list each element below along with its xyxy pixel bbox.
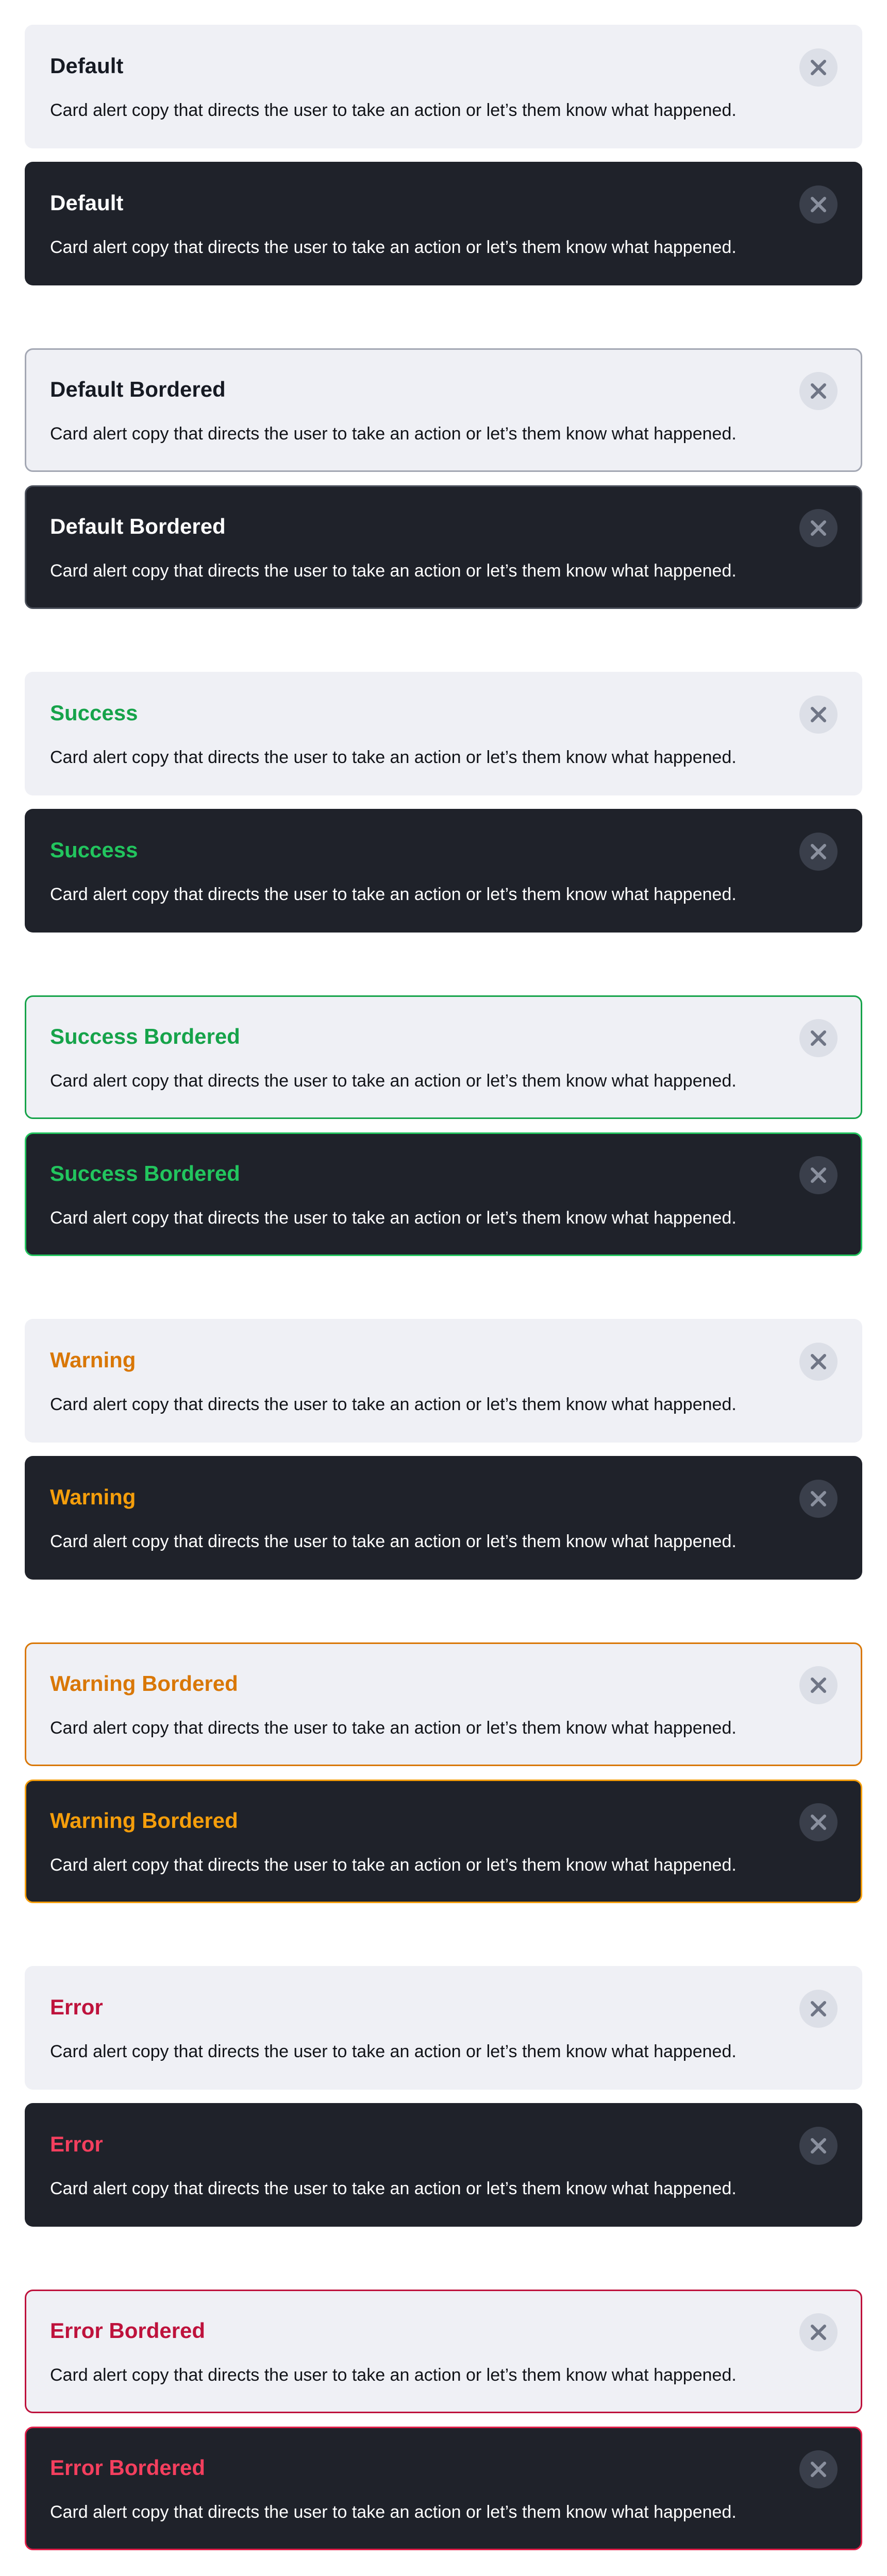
close-button[interactable] <box>799 509 838 547</box>
alert-message: Card alert copy that directs the user to… <box>50 2042 737 2061</box>
alert-message: Card alert copy that directs the user to… <box>50 885 737 904</box>
close-icon <box>811 2001 826 2016</box>
close-icon <box>811 1030 826 1046</box>
close-icon <box>811 844 826 859</box>
alert-message: Card alert copy that directs the user to… <box>50 238 737 257</box>
close-button[interactable] <box>799 1666 838 1704</box>
alert-message: Card alert copy that directs the user to… <box>50 561 737 581</box>
alert-title: Error <box>50 1995 103 2019</box>
close-icon <box>811 1491 826 1506</box>
alert-title: Default <box>50 191 124 215</box>
alert-message: Card alert copy that directs the user to… <box>50 2179 737 2198</box>
close-icon <box>811 383 826 399</box>
alert-error-light: Error Card alert copy that directs the u… <box>25 1966 862 2090</box>
alert-message: Card alert copy that directs the user to… <box>50 2502 737 2522</box>
close-icon <box>811 1354 826 1369</box>
close-icon <box>811 707 826 722</box>
alert-title: Success <box>50 838 138 862</box>
alert-warning-dark: Warning Card alert copy that directs the… <box>25 1456 862 1580</box>
alert-message: Card alert copy that directs the user to… <box>50 1855 737 1875</box>
alert-success-light: Success Card alert copy that directs the… <box>25 672 862 795</box>
alert-success-bordered-dark: Success Bordered Card alert copy that di… <box>25 1132 862 1256</box>
alert-default-light: Default Card alert copy that directs the… <box>25 25 862 148</box>
alert-default-bordered-light: Default Bordered Card alert copy that di… <box>25 348 862 472</box>
alert-title: Error Bordered <box>50 2455 206 2480</box>
alert-error-bordered-dark: Error Bordered Card alert copy that dire… <box>25 2427 862 2550</box>
alert-title: Error <box>50 2132 103 2156</box>
alert-success-bordered-light: Success Bordered Card alert copy that di… <box>25 995 862 1119</box>
alert-warning-bordered-dark: Warning Bordered Card alert copy that di… <box>25 1780 862 1903</box>
alert-title: Warning Bordered <box>50 1671 238 1696</box>
close-icon <box>811 1815 826 1830</box>
close-icon <box>811 2325 826 2340</box>
alert-title: Default <box>50 54 124 78</box>
alert-default-dark: Default Card alert copy that directs the… <box>25 162 862 285</box>
alert-title: Warning <box>50 1348 136 1372</box>
alert-message: Card alert copy that directs the user to… <box>50 1071 737 1091</box>
alert-message: Card alert copy that directs the user to… <box>50 748 737 767</box>
close-button[interactable] <box>799 1803 838 1841</box>
close-button[interactable] <box>799 696 838 734</box>
alert-title: Default Bordered <box>50 377 226 401</box>
alert-title: Success <box>50 701 138 725</box>
close-icon <box>811 2138 826 2154</box>
alert-warning-bordered-light: Warning Bordered Card alert copy that di… <box>25 1642 862 1766</box>
alert-error-dark: Error Card alert copy that directs the u… <box>25 2103 862 2227</box>
close-button[interactable] <box>799 2450 838 2488</box>
close-button[interactable] <box>799 1343 838 1381</box>
close-button[interactable] <box>799 1156 838 1194</box>
close-button[interactable] <box>799 185 838 224</box>
alert-title: Warning <box>50 1485 136 1509</box>
alert-message: Card alert copy that directs the user to… <box>50 2365 737 2385</box>
alert-message: Card alert copy that directs the user to… <box>50 1395 737 1414</box>
close-icon <box>811 197 826 212</box>
close-button[interactable] <box>799 2127 838 2165</box>
close-icon <box>811 60 826 75</box>
close-icon <box>811 1167 826 1183</box>
alert-message: Card alert copy that directs the user to… <box>50 1532 737 1551</box>
close-button[interactable] <box>799 1019 838 1057</box>
alert-title: Success Bordered <box>50 1161 240 1185</box>
close-button[interactable] <box>799 48 838 87</box>
alert-error-bordered-light: Error Bordered Card alert copy that dire… <box>25 2290 862 2413</box>
close-icon <box>811 520 826 536</box>
close-button[interactable] <box>799 833 838 871</box>
close-icon <box>811 1677 826 1693</box>
alert-default-bordered-dark: Default Bordered Card alert copy that di… <box>25 485 862 609</box>
close-button[interactable] <box>799 372 838 410</box>
alert-message: Card alert copy that directs the user to… <box>50 100 737 120</box>
close-button[interactable] <box>799 1480 838 1518</box>
alert-title: Error Bordered <box>50 2318 206 2343</box>
alert-title: Warning Bordered <box>50 1808 238 1833</box>
alert-warning-light: Warning Card alert copy that directs the… <box>25 1319 862 1443</box>
close-button[interactable] <box>799 1990 838 2028</box>
close-icon <box>811 2462 826 2477</box>
alert-title: Default Bordered <box>50 514 226 538</box>
close-button[interactable] <box>799 2313 838 2351</box>
alert-success-dark: Success Card alert copy that directs the… <box>25 809 862 933</box>
alert-message: Card alert copy that directs the user to… <box>50 1718 737 1738</box>
alert-message: Card alert copy that directs the user to… <box>50 424 737 444</box>
alert-title: Success Bordered <box>50 1024 240 1048</box>
alert-message: Card alert copy that directs the user to… <box>50 1208 737 1228</box>
